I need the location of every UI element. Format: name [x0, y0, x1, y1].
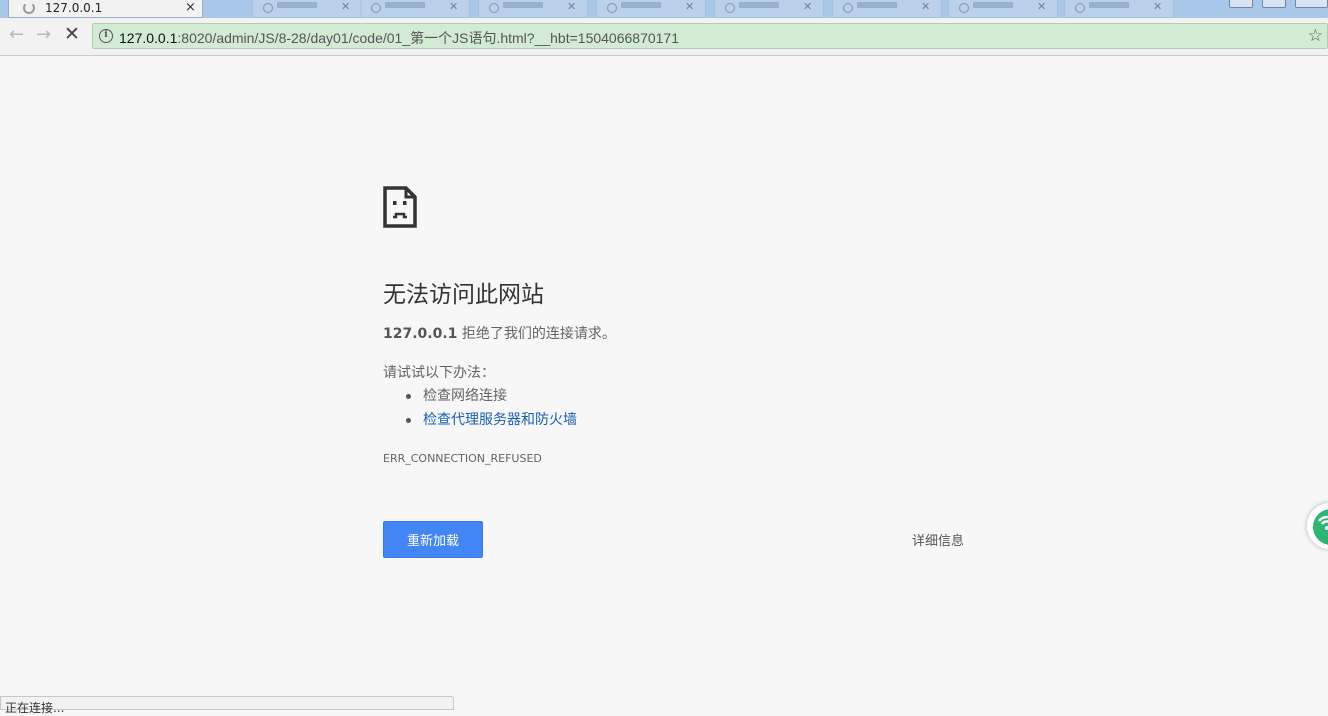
tab-background[interactable]: ✕ — [1064, 0, 1174, 18]
favicon-icon — [725, 3, 735, 13]
url-text[interactable]: 127.0.0.1:8020/admin/JS/8-28/day01/code/… — [119, 28, 679, 48]
tab-background[interactable]: ✕ — [948, 0, 1058, 18]
tab-close-icon[interactable]: ✕ — [1037, 0, 1046, 13]
suggestions-list: 检查网络连接 检查代理服务器和防火墙 — [403, 385, 577, 433]
minimize-button[interactable] — [1229, 0, 1253, 8]
url-path: :8020/admin/JS/8-28/day01/code/01_第一个JS语… — [177, 30, 680, 46]
sad-page-icon — [383, 186, 417, 228]
tab-background[interactable]: ✕ — [478, 0, 588, 18]
tab-close-icon[interactable]: × — [185, 0, 196, 15]
tab-background[interactable]: ✕ — [596, 0, 706, 18]
favicon-icon — [843, 3, 853, 13]
favicon-icon — [263, 3, 273, 13]
forward-arrow-icon[interactable]: → — [36, 24, 51, 45]
error-page: 无法访问此网站 127.0.0.1 拒绝了我们的连接请求。 请试试以下办法： 检… — [0, 56, 1328, 708]
tab-strip: 127.0.0.1 × ✕ ✕ ✕ ✕ ✕ ✕ ✕ ✕ — [0, 0, 1328, 18]
tab-background[interactable]: ✕ — [714, 0, 824, 18]
tab-close-icon[interactable]: ✕ — [921, 0, 930, 13]
tab-background[interactable]: ✕ — [252, 0, 362, 18]
details-button[interactable]: 详细信息 — [912, 530, 964, 549]
bookmark-star-icon[interactable]: ☆ — [1308, 26, 1323, 46]
stop-loading-icon[interactable]: ✕ — [64, 23, 80, 45]
refused-text: 拒绝了我们的连接请求。 — [457, 326, 616, 342]
refused-host: 127.0.0.1 — [383, 326, 458, 342]
wifi-widget-icon[interactable] — [1306, 502, 1328, 550]
suggestion-check-network: 检查网络连接 — [403, 385, 577, 409]
favicon-icon — [371, 3, 381, 13]
tab-close-icon[interactable]: ✕ — [685, 0, 694, 13]
page-title: 无法访问此网站 — [383, 282, 544, 308]
tab-active[interactable]: 127.0.0.1 × — [8, 0, 203, 18]
list-item: 检查代理服务器和防火墙 — [403, 409, 577, 433]
maximize-button[interactable] — [1262, 0, 1286, 8]
browser-toolbar: ← → ✕ i 127.0.0.1:8020/admin/JS/8-28/day… — [0, 18, 1328, 56]
favicon-icon — [489, 3, 499, 13]
site-info-icon[interactable]: i — [99, 29, 113, 43]
favicon-icon — [607, 3, 617, 13]
refused-message: 127.0.0.1 拒绝了我们的连接请求。 — [383, 323, 616, 343]
wifi-icon — [1318, 515, 1328, 530]
tab-background[interactable]: ✕ — [360, 0, 470, 18]
url-host: 127.0.0.1 — [119, 30, 178, 46]
tab-close-icon[interactable]: ✕ — [803, 0, 812, 13]
favicon-icon — [1075, 3, 1085, 13]
address-bar[interactable]: i 127.0.0.1:8020/admin/JS/8-28/day01/cod… — [92, 23, 1328, 49]
tab-background[interactable]: ✕ — [832, 0, 942, 18]
tab-close-icon[interactable]: ✕ — [1153, 0, 1162, 13]
back-arrow-icon[interactable]: ← — [9, 24, 24, 45]
tab-close-icon[interactable]: ✕ — [341, 0, 350, 13]
reload-button[interactable]: 重新加载 — [383, 521, 483, 558]
tab-close-icon[interactable]: ✕ — [449, 0, 458, 13]
tab-title: 127.0.0.1 — [45, 1, 103, 15]
close-window-button[interactable] — [1295, 0, 1328, 8]
favicon-icon — [959, 3, 969, 13]
loading-spinner-icon — [23, 2, 35, 14]
tab-close-icon[interactable]: ✕ — [567, 0, 576, 13]
suggestion-check-proxy-link[interactable]: 检查代理服务器和防火墙 — [423, 412, 577, 428]
try-label: 请试试以下办法： — [383, 365, 495, 381]
error-code: ERR_CONNECTION_REFUSED — [383, 452, 542, 465]
